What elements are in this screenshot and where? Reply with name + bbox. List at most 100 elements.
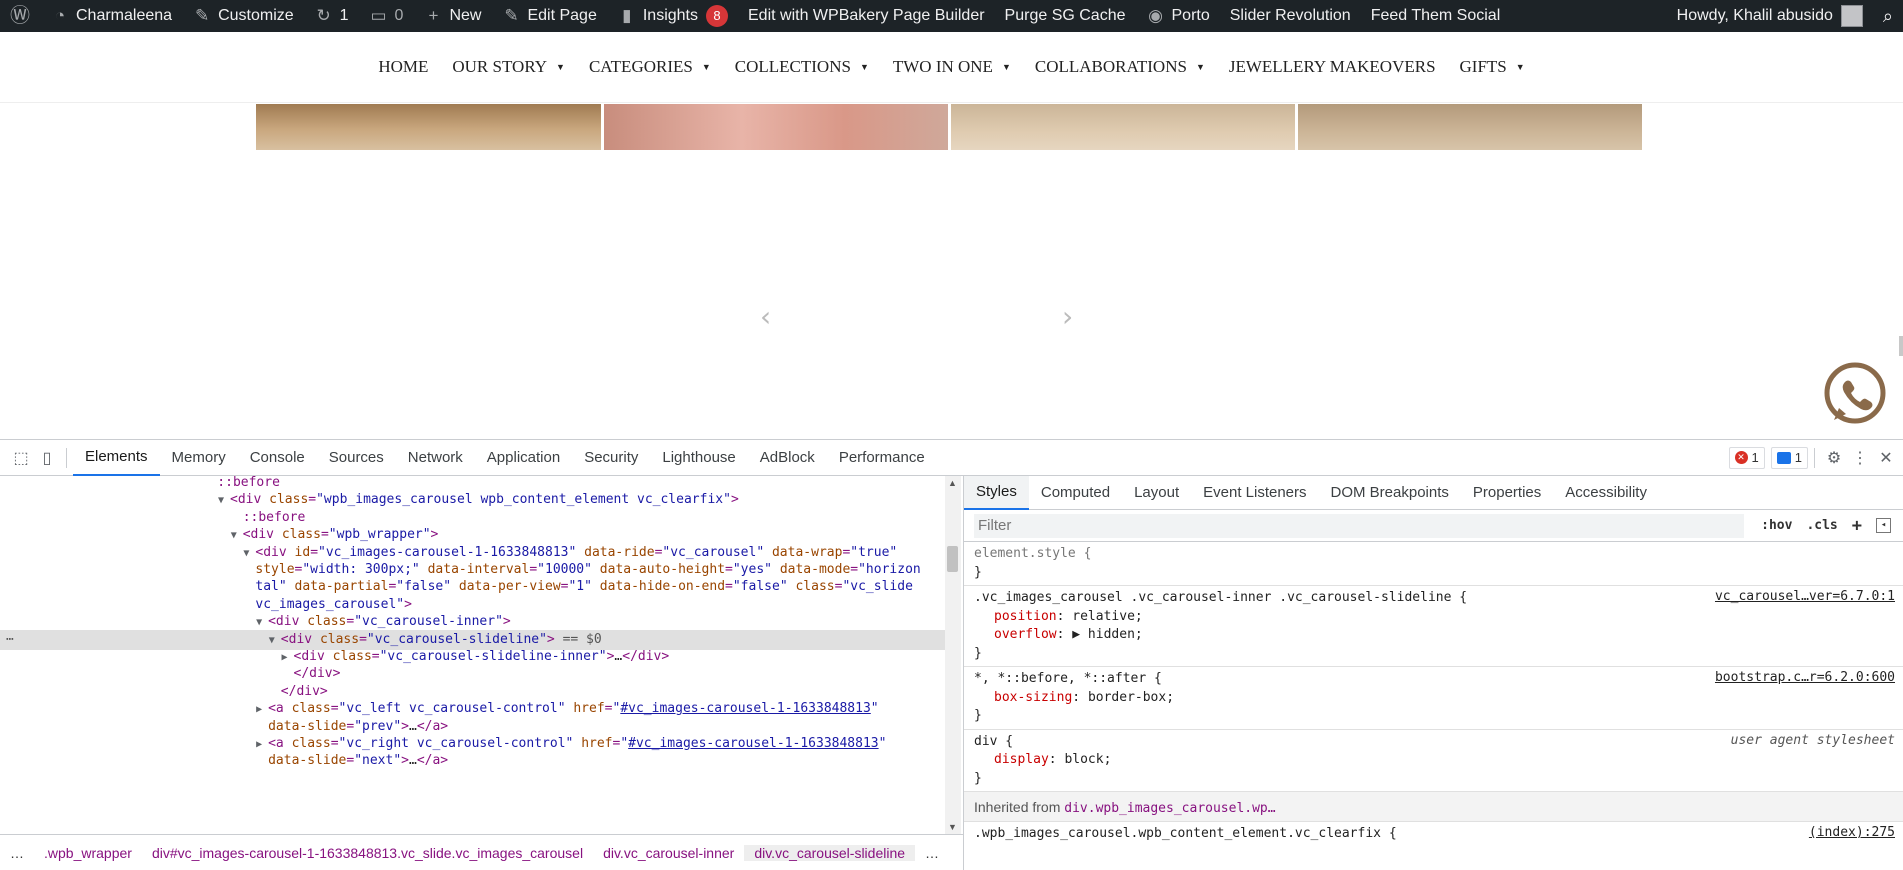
dom-node-line[interactable]: ▶ <div class="vc_carousel-slideline-inner… [282, 647, 670, 667]
styles-subtab-styles[interactable]: Styles [964, 475, 1029, 510]
expand-right-icon[interactable]: ▶ [256, 700, 268, 720]
device-toolbar-icon[interactable]: ▯ [34, 445, 60, 471]
admin-bar-item[interactable]: ▭ 0 [359, 0, 414, 32]
admin-bar-item[interactable]: ✎ Edit Page [491, 0, 606, 32]
devtools-tab-sources[interactable]: Sources [317, 440, 396, 476]
settings-gear-icon[interactable]: ⚙ [1821, 445, 1847, 471]
admin-bar-item[interactable]: + New [413, 0, 491, 32]
dom-node-line[interactable]: ▼ <div class="wpb_images_carousel wpb_con… [218, 490, 739, 510]
devtools-tab-lighthouse[interactable]: Lighthouse [650, 440, 747, 476]
expand-down-icon[interactable]: ▼ [231, 526, 243, 546]
styles-subtab-accessibility[interactable]: Accessibility [1553, 476, 1659, 510]
rule-source-link[interactable]: bootstrap.c…r=6.2.0:600 [1715, 670, 1895, 685]
devtools-tab-security[interactable]: Security [572, 440, 650, 476]
style-declaration[interactable]: overflow: ▶ hidden; [974, 626, 1895, 645]
nav-item[interactable]: OUR STORY ▼ [452, 57, 565, 77]
expand-right-icon[interactable]: ▶ [282, 648, 294, 668]
nav-item[interactable]: JEWELLERY MAKEOVERS [1229, 57, 1436, 77]
admin-bar-item[interactable]: Purge SG Cache [995, 0, 1136, 32]
style-rule: .vc_images_carousel .vc_carousel-inner .… [964, 586, 1903, 667]
site-navigation: HOME OUR STORY ▼ CATEGORIES ▼ COLLECTIONS ▼ TWO… [0, 32, 1903, 103]
toggle-sidebar-icon[interactable]: ◂ [1876, 518, 1891, 533]
expand-down-icon[interactable]: ▼ [269, 631, 281, 651]
style-declaration[interactable]: position: relative; [974, 608, 1895, 627]
admin-bar-item[interactable]: Feed Them Social [1361, 0, 1511, 32]
admin-bar-item[interactable]: ▮ Insights 8 [607, 0, 738, 32]
admin-bar-item[interactable]: Slider Revolution [1220, 0, 1361, 32]
admin-bar-item[interactable]: ◔ Charmaleena [40, 0, 182, 32]
node-actions-icon[interactable]: ⋯ [6, 630, 14, 650]
search-button[interactable]: ⌕ [1873, 0, 1903, 32]
admin-bar-item-label: 1 [339, 7, 349, 24]
inherited-link[interactable]: div.wpb_images_carousel.wp… [1064, 801, 1275, 816]
styles-subtab-event-listeners[interactable]: Event Listeners [1191, 476, 1318, 510]
admin-bar-item[interactable]: ↻ 1 [304, 0, 359, 32]
error-counter[interactable]: ✕ 1 [1728, 446, 1765, 469]
breadcrumb-item[interactable]: .wpb_wrapper [34, 845, 142, 861]
expand-right-icon[interactable]: ▶ [256, 735, 268, 755]
expand-down-icon[interactable]: ▼ [218, 491, 230, 511]
close-devtools-icon[interactable]: ✕ [1873, 445, 1899, 471]
styles-subtab-layout[interactable]: Layout [1122, 476, 1191, 510]
devtools-tab-memory[interactable]: Memory [160, 440, 238, 476]
styles-subtab-properties[interactable]: Properties [1461, 476, 1553, 510]
breadcrumb-overflow[interactable]: … [915, 845, 949, 861]
scrollbar-thumb[interactable] [947, 546, 958, 572]
property-name: position [994, 608, 1057, 624]
breadcrumb-item[interactable]: div.vc_carousel-slideline [744, 844, 916, 861]
dom-node-line[interactable]: data-slide="next">…</a> [268, 751, 448, 771]
elements-scrollbar[interactable]: ▲ ▼ [945, 476, 961, 834]
admin-bar-item[interactable]: ✎ Customize [182, 0, 304, 32]
new-style-rule-button[interactable]: + [1852, 516, 1862, 536]
more-options-icon[interactable]: ⋮ [1847, 445, 1873, 471]
expand-down-icon[interactable]: ▼ [243, 544, 255, 564]
rule-selector[interactable]: .wpb_images_carousel.wpb_content_element… [974, 825, 1895, 844]
styles-subtab-dom-breakpoints[interactable]: DOM Breakpoints [1319, 476, 1461, 510]
nav-item[interactable]: COLLABORATIONS ▼ [1035, 57, 1205, 77]
style-declaration[interactable]: box-sizing: border-box; [974, 689, 1895, 708]
carousel-prev-arrow[interactable]: ‹ [760, 300, 771, 333]
property-value: border-box; [1087, 689, 1175, 705]
admin-bar-item[interactable]: Edit with WPBakery Page Builder [738, 0, 995, 32]
devtools-tab-network[interactable]: Network [396, 440, 475, 476]
breadcrumb-overflow[interactable]: … [0, 845, 34, 861]
dom-node-markup: <a class="vc_right vc_carousel-control" … [268, 736, 887, 751]
nav-item[interactable]: TWO IN ONE ▼ [893, 57, 1011, 77]
devtools-tab-console[interactable]: Console [238, 440, 317, 476]
property-colon: : [1056, 608, 1073, 624]
rule-source-link: user agent stylesheet [1730, 732, 1895, 748]
devtools-tab-adblock[interactable]: AdBlock [748, 440, 827, 476]
styles-filter-input[interactable]: Filter [974, 513, 1745, 538]
style-rule: div {user agent stylesheet display: block… [964, 730, 1903, 792]
rule-source-link[interactable]: vc_carousel…ver=6.7.0:1 [1715, 589, 1895, 604]
class-toggle[interactable]: .cls [1806, 518, 1837, 533]
caret-down-icon: ▼ [701, 62, 711, 72]
carousel-next-arrow[interactable]: › [1062, 300, 1073, 333]
nav-item[interactable]: GIFTS ▼ [1460, 57, 1525, 77]
devtools-tab-application[interactable]: Application [475, 440, 572, 476]
message-counter[interactable]: 1 [1770, 446, 1808, 469]
dom-node-markup: <div id="vc_images-carousel-1-1633848813… [255, 544, 898, 560]
rule-selector[interactable]: element.style { [974, 545, 1895, 564]
nav-item[interactable]: COLLECTIONS ▼ [735, 57, 869, 77]
scroll-up-arrow[interactable]: ▲ [948, 478, 957, 488]
devtools-tab-elements[interactable]: Elements [73, 440, 160, 476]
breadcrumb-item[interactable]: div.vc_carousel-inner [593, 845, 744, 861]
hover-state-toggle[interactable]: :hov [1761, 518, 1792, 533]
whatsapp-icon[interactable] [1822, 362, 1888, 428]
admin-bar-item[interactable]: ◉ Porto [1136, 0, 1220, 32]
admin-bar-item[interactable]: Ⓦ [0, 0, 40, 32]
styles-subtab-computed[interactable]: Computed [1029, 476, 1122, 510]
nav-item-label: COLLECTIONS [734, 57, 851, 76]
breadcrumb-item[interactable]: div#vc_images-carousel-1-1633848813.vc_s… [142, 845, 593, 861]
devtools-tab-performance[interactable]: Performance [827, 440, 937, 476]
scroll-down-arrow[interactable]: ▼ [948, 822, 957, 832]
rule-source-link[interactable]: (index):275 [1809, 825, 1895, 840]
inspect-element-icon[interactable]: ⬚ [8, 445, 34, 471]
my-account-menu[interactable]: Howdy, Khalil abusido [1667, 0, 1873, 32]
toolbar-divider [66, 447, 67, 468]
style-declaration[interactable]: display: block; [974, 751, 1895, 770]
nav-item[interactable]: CATEGORIES ▼ [589, 57, 711, 77]
nav-item[interactable]: HOME [378, 57, 428, 77]
admin-bar-left: Ⓦ ◔ Charmaleena ✎ Customize ↻ 1 ▭ 0 + New ✎ Edit Pag… [0, 0, 1510, 32]
